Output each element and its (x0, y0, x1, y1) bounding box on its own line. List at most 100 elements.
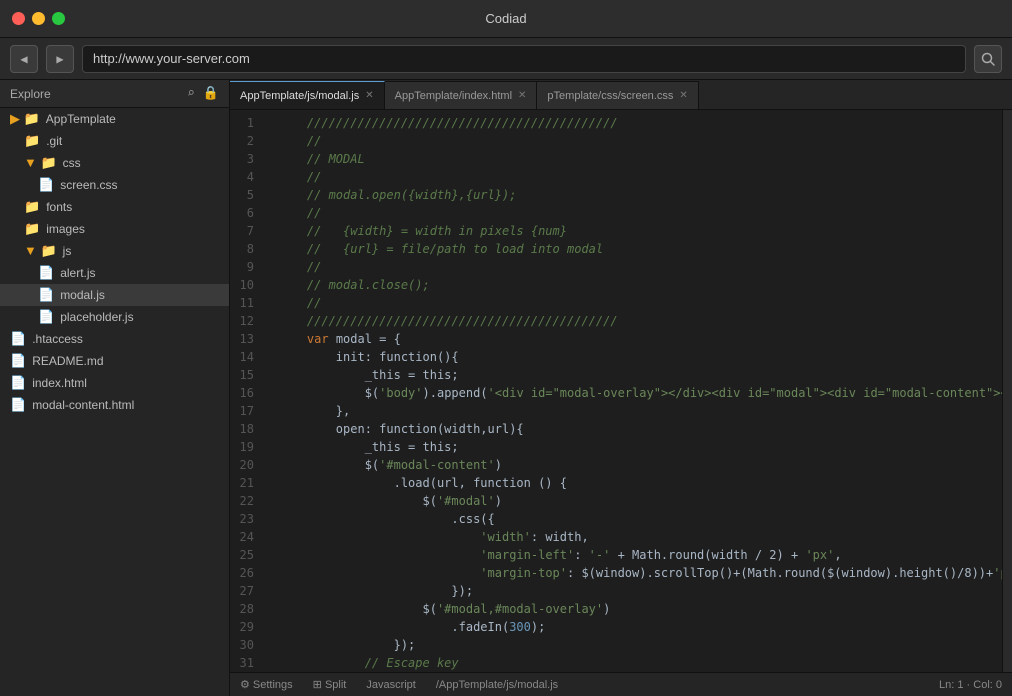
line-number: 24 (230, 528, 262, 546)
code-line: init: function(){ (270, 348, 1002, 366)
tab-label: AppTemplate/js/modal.js (240, 90, 359, 102)
tree-item-modal-content-html[interactable]: 📄 modal-content.html (0, 394, 229, 416)
code-line: var modal = { (270, 330, 1002, 348)
tab-screen-css[interactable]: pTemplate/css/screen.css ✕ (537, 81, 698, 109)
split-label[interactable]: ⊞ Split (313, 678, 347, 691)
line-number: 30 (230, 636, 262, 654)
sidebar-header: Explore ⌕ 🔒 (0, 80, 229, 108)
line-number: 12 (230, 312, 262, 330)
tab-close-icon[interactable]: ✕ (518, 90, 526, 101)
filepath-status: /AppTemplate/js/modal.js (436, 679, 558, 691)
tree-item-readme[interactable]: 📄 README.md (0, 350, 229, 372)
code-line: ////////////////////////////////////////… (270, 114, 1002, 132)
tree-item-index-html[interactable]: 📄 index.html (0, 372, 229, 394)
line-number: 4 (230, 168, 262, 186)
code-line: 'width': width, (270, 528, 1002, 546)
back-button[interactable]: ◀ (10, 45, 38, 73)
code-line: // {width} = width in pixels {num} (270, 222, 1002, 240)
sidebar: Explore ⌕ 🔒 ▶ 📁 AppTemplate 📁 .git ▼ 📁 c… (0, 80, 230, 696)
file-icon: 📄 (38, 287, 54, 303)
tree-item-screen-css[interactable]: 📄 screen.css (0, 174, 229, 196)
code-line: // (270, 204, 1002, 222)
code-container: 1234567891011121314151617181920212223242… (230, 110, 1012, 672)
language-status[interactable]: Javascript (366, 679, 416, 691)
tab-modal-js[interactable]: AppTemplate/js/modal.js ✕ (230, 81, 385, 109)
search-button[interactable] (974, 45, 1002, 73)
line-number: 13 (230, 330, 262, 348)
line-number: 26 (230, 564, 262, 582)
line-number: 2 (230, 132, 262, 150)
folder-icon: ▶ 📁 (10, 111, 40, 127)
filepath-label: /AppTemplate/js/modal.js (436, 679, 558, 691)
code-line: // (270, 168, 1002, 186)
line-number: 6 (230, 204, 262, 222)
line-number: 28 (230, 600, 262, 618)
code-line: _this = this; (270, 366, 1002, 384)
code-line: _this = this; (270, 438, 1002, 456)
tree-item-git[interactable]: 📁 .git (0, 130, 229, 152)
tab-label: AppTemplate/index.html (395, 90, 512, 102)
code-line: ////////////////////////////////////////… (270, 312, 1002, 330)
tab-close-icon[interactable]: ✕ (365, 90, 373, 101)
code-line: open: function(width,url){ (270, 420, 1002, 438)
code-line: .css({ (270, 510, 1002, 528)
line-number: 19 (230, 438, 262, 456)
tree-item-fonts[interactable]: 📁 fonts (0, 196, 229, 218)
sidebar-actions: ⌕ 🔒 (187, 86, 219, 101)
line-number: 10 (230, 276, 262, 294)
split-status[interactable]: ⊞ Split (313, 678, 347, 691)
code-line: 'margin-left': '-' + Math.round(width / … (270, 546, 1002, 564)
folder-icon: ▼ 📁 (24, 243, 57, 259)
sidebar-lock-icon[interactable]: 🔒 (203, 86, 219, 101)
sidebar-search-icon[interactable]: ⌕ (187, 86, 195, 101)
forward-button[interactable]: ▶ (46, 45, 74, 73)
code-line: .load(url, function () { (270, 474, 1002, 492)
code-line: // (270, 132, 1002, 150)
code-editor[interactable]: ////////////////////////////////////////… (270, 110, 1002, 672)
editor-tabs: AppTemplate/js/modal.js ✕ AppTemplate/in… (230, 80, 1012, 110)
settings-label[interactable]: ⚙ Settings (240, 678, 293, 691)
editor-scrollbar[interactable] (1002, 110, 1012, 672)
tree-item-css-folder[interactable]: ▼ 📁 css (0, 152, 229, 174)
folder-icon: 📁 (24, 133, 40, 149)
tree-item-modal-js[interactable]: 📄 modal.js (0, 284, 229, 306)
statusbar: ⚙ Settings ⊞ Split Javascript /AppTempla… (230, 672, 1012, 696)
folder-icon: ▼ 📁 (24, 155, 57, 171)
sidebar-title: Explore (10, 87, 51, 101)
tree-item-label: index.html (32, 376, 87, 390)
tree-item-label: fonts (46, 200, 72, 214)
file-icon: 📄 (38, 265, 54, 281)
tab-close-icon[interactable]: ✕ (679, 90, 687, 101)
tree-item-images[interactable]: 📁 images (0, 218, 229, 240)
code-line: 'margin-top': $(window).scrollTop()+(Mat… (270, 564, 1002, 582)
tree-item-label: modal-content.html (32, 398, 134, 412)
tree-item-alert-js[interactable]: 📄 alert.js (0, 262, 229, 284)
maximize-button[interactable] (52, 12, 65, 25)
tree-item-placeholder-js[interactable]: 📄 placeholder.js (0, 306, 229, 328)
position-label: Ln: 1 · Col: 0 (939, 679, 1002, 691)
file-icon: 📄 (10, 353, 26, 369)
tree-item-label: screen.css (60, 178, 117, 192)
tree-item-label: images (46, 222, 85, 236)
tab-index-html[interactable]: AppTemplate/index.html ✕ (385, 81, 538, 109)
tree-item-htaccess[interactable]: 📄 .htaccess (0, 328, 229, 350)
line-number: 25 (230, 546, 262, 564)
line-number: 15 (230, 366, 262, 384)
close-button[interactable] (12, 12, 25, 25)
minimize-button[interactable] (32, 12, 45, 25)
app-title: Codiad (485, 11, 526, 26)
code-line: // modal.open({width},{url}); (270, 186, 1002, 204)
line-number: 20 (230, 456, 262, 474)
line-number: 17 (230, 402, 262, 420)
line-number: 31 (230, 654, 262, 672)
line-number: 22 (230, 492, 262, 510)
tree-item-js-folder[interactable]: ▼ 📁 js (0, 240, 229, 262)
tree-item-label: placeholder.js (60, 310, 133, 324)
tree-item-label: css (63, 156, 81, 170)
url-input[interactable] (82, 45, 966, 73)
code-line: .fadeIn(300); (270, 618, 1002, 636)
file-icon: 📄 (10, 397, 26, 413)
position-status: Ln: 1 · Col: 0 (939, 679, 1002, 691)
tree-root-folder[interactable]: ▶ 📁 AppTemplate (0, 108, 229, 130)
settings-status[interactable]: ⚙ Settings (240, 678, 293, 691)
